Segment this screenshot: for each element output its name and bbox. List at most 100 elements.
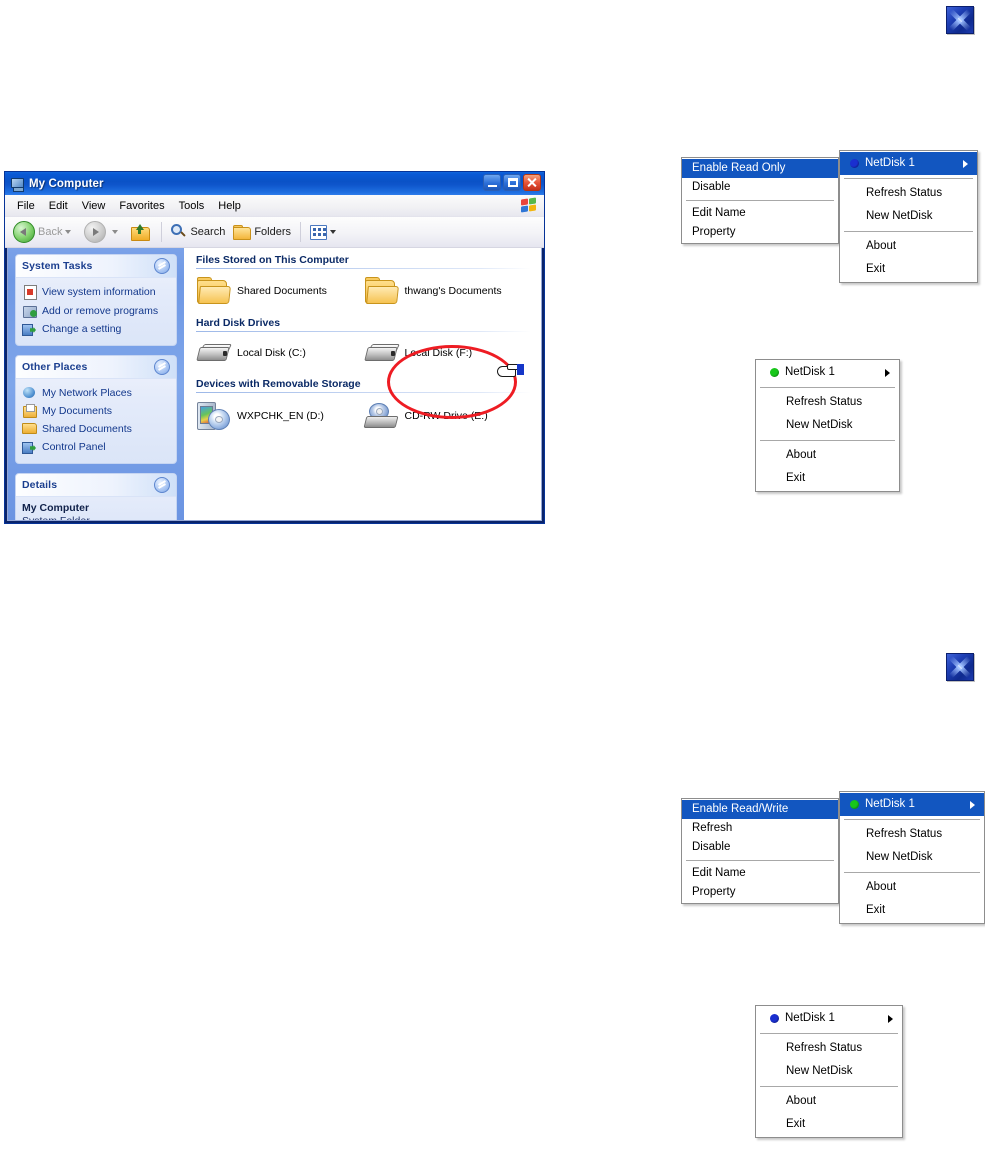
folders-button[interactable]: Folders	[229, 223, 295, 242]
search-icon	[171, 224, 187, 240]
menu-item-enable-read-only[interactable]: Enable Read Only	[682, 159, 838, 178]
menu-item-label: Refresh Status	[866, 828, 943, 840]
menu-item-exit[interactable]: Exit	[840, 899, 984, 922]
link-my-documents[interactable]: My Documents	[22, 402, 170, 420]
link-shared-documents[interactable]: Shared Documents	[22, 420, 170, 438]
menu-item-new-netdisk[interactable]: New NetDisk	[840, 205, 977, 228]
submenu-arrow-icon	[888, 1014, 893, 1023]
panel-header-other-places[interactable]: Other Places	[16, 356, 176, 379]
menu-item-about[interactable]: About	[840, 876, 984, 899]
menu-item-new-netdisk[interactable]: New NetDisk	[756, 414, 899, 437]
menu-item-exit[interactable]: Exit	[756, 1113, 902, 1136]
explorer-content-pane: Files Stored on This Computer Shared Doc…	[184, 248, 541, 520]
menu-item-disable[interactable]: Disable	[682, 838, 838, 857]
panel-body-system-tasks: View system information Add or remove pr…	[16, 278, 176, 345]
device-name-label: NetDisk 1	[785, 366, 835, 378]
menu-item-refresh-status[interactable]: Refresh Status	[840, 823, 984, 846]
menu-item-about[interactable]: About	[840, 235, 977, 258]
tile-cd-rw-drive-e[interactable]: CD-RW Drive (E:)	[363, 401, 532, 431]
menu-item-disable[interactable]: Disable	[682, 178, 838, 197]
menu-item-property[interactable]: Property	[682, 223, 838, 242]
search-label: Search	[190, 226, 226, 238]
link-add-or-remove-programs[interactable]: Add or remove programs	[22, 302, 170, 320]
menu-help[interactable]: Help	[211, 198, 248, 214]
menu-separator	[760, 1086, 898, 1087]
maximize-button[interactable]	[503, 174, 521, 191]
netdisk-tray-icon[interactable]	[946, 6, 974, 34]
collapse-chevron-icon[interactable]	[154, 477, 170, 493]
menu-edit[interactable]: Edit	[42, 198, 75, 214]
device-name-label: NetDisk 1	[865, 157, 915, 169]
collapse-chevron-icon[interactable]	[154, 258, 170, 274]
tile-local-disk-c[interactable]: Local Disk (C:)	[196, 340, 364, 366]
menu-file[interactable]: File	[10, 198, 42, 214]
menu-item-edit-name[interactable]: Edit Name	[682, 204, 838, 223]
tile-shared-documents[interactable]: Shared Documents	[196, 277, 364, 305]
views-button[interactable]	[306, 223, 345, 242]
back-button[interactable]: Back	[9, 219, 80, 245]
collapse-chevron-icon[interactable]	[154, 359, 170, 375]
up-button[interactable]	[127, 222, 156, 243]
menu-bar[interactable]: File Edit View Favorites Tools Help	[5, 195, 544, 217]
menu-item-label: Disable	[692, 841, 731, 853]
views-dropdown-caret-icon[interactable]	[330, 230, 337, 234]
back-label: Back	[38, 226, 63, 238]
menu-item-netdisk-1[interactable]: NetDisk 1	[840, 152, 977, 175]
netdisk-tray-menu[interactable]: NetDisk 1 Refresh Status New NetDisk Abo…	[755, 1005, 903, 1138]
explorer-body: System Tasks View system information Add…	[7, 248, 542, 521]
toolbar[interactable]: Back Search Folders	[5, 217, 544, 248]
panel-header-details[interactable]: Details	[16, 474, 176, 497]
menu-item-label: About	[866, 881, 897, 893]
back-arrow-icon	[13, 221, 35, 243]
window-controls[interactable]	[483, 174, 541, 191]
menu-item-netdisk-1[interactable]: NetDisk 1	[756, 1007, 902, 1030]
netdisk-tray-menu[interactable]: NetDisk 1 Refresh Status New NetDisk Abo…	[839, 791, 985, 924]
forward-arrow-icon	[84, 221, 107, 243]
status-dot-icon	[770, 1014, 779, 1023]
menu-item-new-netdisk[interactable]: New NetDisk	[840, 846, 984, 869]
netdisk-tray-menu[interactable]: NetDisk 1 Refresh Status New NetDisk Abo…	[755, 359, 900, 492]
group-rule	[196, 268, 531, 269]
menu-item-netdisk-1[interactable]: NetDisk 1	[756, 361, 899, 384]
netdisk-tray-menu[interactable]: NetDisk 1 Refresh Status New NetDisk Abo…	[839, 150, 978, 283]
menu-item-refresh-status[interactable]: Refresh Status	[840, 182, 977, 205]
menu-item-refresh-status[interactable]: Refresh Status	[756, 391, 899, 414]
menu-item-label: Disable	[692, 181, 731, 193]
menu-item-new-netdisk[interactable]: New NetDisk	[756, 1060, 902, 1083]
menu-item-enable-read-write[interactable]: Enable Read/Write	[682, 800, 838, 819]
netdisk-device-context-menu[interactable]: Enable Read/Write Refresh Disable Edit N…	[681, 798, 839, 904]
link-my-network-places[interactable]: My Network Places	[22, 384, 170, 402]
netdisk-tray-icon[interactable]	[946, 653, 974, 681]
menu-item-about[interactable]: About	[756, 444, 899, 467]
link-label: View system information	[42, 286, 156, 298]
link-control-panel[interactable]: Control Panel	[22, 438, 170, 456]
menu-item-exit[interactable]: Exit	[840, 258, 977, 281]
search-button[interactable]: Search	[167, 222, 229, 242]
link-change-a-setting[interactable]: Change a setting	[22, 320, 170, 338]
my-computer-window[interactable]: My Computer File Edit View Favorites Too…	[4, 171, 545, 524]
forward-button[interactable]	[80, 219, 127, 245]
netdisk-device-context-menu[interactable]: Enable Read Only Disable Edit Name Prope…	[681, 157, 839, 244]
menu-item-about[interactable]: About	[756, 1090, 902, 1113]
panel-header-system-tasks[interactable]: System Tasks	[16, 255, 176, 278]
minimize-button[interactable]	[483, 174, 501, 191]
menu-item-refresh[interactable]: Refresh	[682, 819, 838, 838]
menu-view[interactable]: View	[75, 198, 113, 214]
menu-item-label: Property	[692, 886, 736, 898]
menu-item-label: About	[786, 1095, 817, 1107]
menu-item-label: Refresh Status	[786, 1042, 863, 1054]
window-titlebar[interactable]: My Computer	[5, 172, 544, 195]
menu-item-property[interactable]: Property	[682, 883, 838, 902]
menu-tools[interactable]: Tools	[172, 198, 212, 214]
back-dropdown-caret-icon[interactable]	[65, 230, 72, 234]
tile-wxpchk-en-d[interactable]: WXPCHK_EN (D:)	[196, 401, 364, 431]
menu-item-edit-name[interactable]: Edit Name	[682, 864, 838, 883]
menu-item-refresh-status[interactable]: Refresh Status	[756, 1037, 902, 1060]
menu-item-netdisk-1[interactable]: NetDisk 1	[840, 793, 984, 816]
menu-item-exit[interactable]: Exit	[756, 467, 899, 490]
link-view-system-information[interactable]: View system information	[22, 283, 170, 302]
tile-thwangs-documents[interactable]: thwang's Documents	[364, 277, 532, 305]
menu-favorites[interactable]: Favorites	[112, 198, 171, 214]
close-button[interactable]	[523, 174, 541, 191]
forward-dropdown-caret-icon[interactable]	[112, 230, 119, 234]
